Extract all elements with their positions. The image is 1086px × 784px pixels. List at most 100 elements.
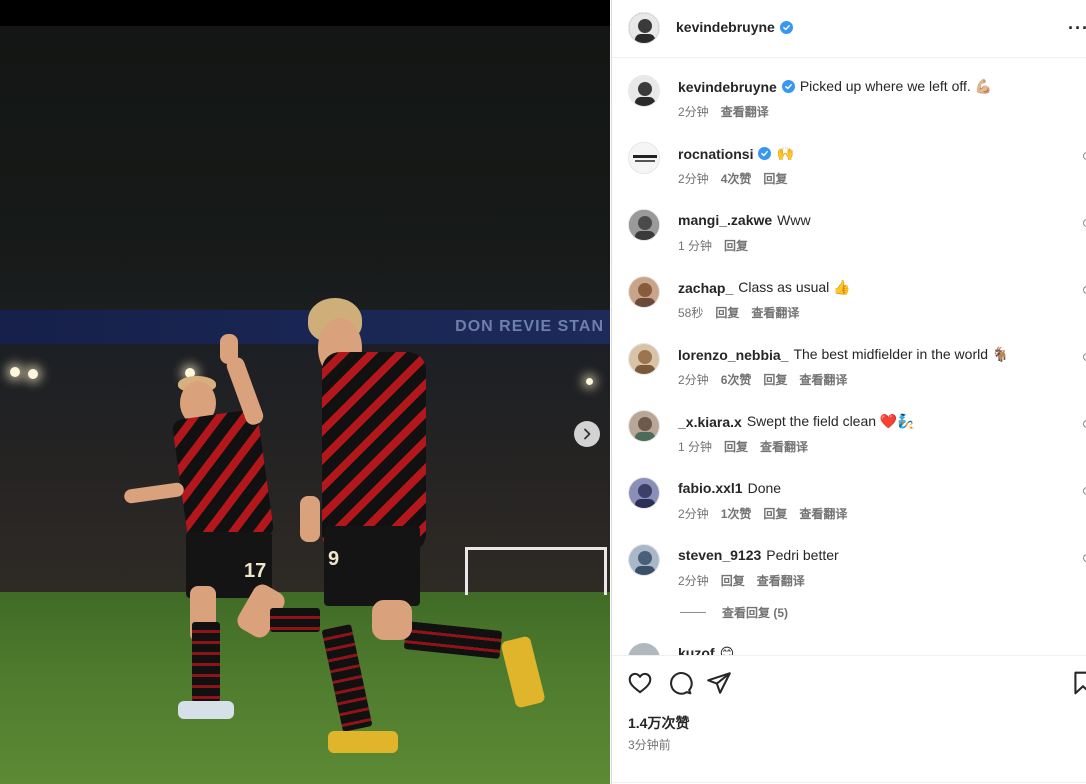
- author-avatar[interactable]: [628, 12, 660, 44]
- user-portrait-icon: [629, 344, 659, 374]
- user-portrait-icon: [629, 277, 659, 307]
- comment-username[interactable]: lorenzo_nebbia_: [678, 347, 788, 363]
- divider: [612, 782, 1086, 783]
- partial-comment-line: kuzof 😊: [678, 645, 734, 655]
- comment-item: _x.kiara.x Swept the field clean ❤️🧞 1 分…: [612, 396, 1086, 456]
- comment-meta: 2分钟 4次赞 回复: [678, 170, 787, 187]
- comment-reply-button[interactable]: 回复: [763, 170, 787, 187]
- comment-meta: 2分钟 1次赞 回复 查看翻译: [678, 505, 847, 522]
- comment-translate-button[interactable]: 查看翻译: [799, 371, 847, 388]
- comment-avatar[interactable]: [628, 343, 660, 375]
- post-header: kevindebruyne ···: [612, 0, 1086, 58]
- comment-text: The best midfielder in the world 🐐: [793, 346, 1010, 362]
- comment-time: 1 分钟: [678, 239, 713, 253]
- comment-reply-button[interactable]: 回复: [724, 237, 748, 254]
- comment-icon: [670, 672, 693, 695]
- caption-username[interactable]: kevindebruyne: [678, 79, 777, 95]
- caption: kevindebruyne Picked up where we left of…: [612, 61, 1086, 121]
- comment-text: 🙌: [776, 145, 794, 161]
- comment-translate-button[interactable]: 查看翻译: [757, 572, 805, 589]
- comment-time: 1 分钟: [678, 440, 713, 454]
- comment-line: lorenzo_nebbia_ The best midfielder in t…: [678, 346, 1009, 363]
- like-button[interactable]: [627, 670, 653, 696]
- comment-time: 2分钟: [678, 172, 709, 186]
- floodlight: [586, 378, 593, 385]
- heart-icon: [628, 672, 652, 694]
- comment-avatar[interactable]: [628, 142, 660, 174]
- next-photo-button[interactable]: [574, 421, 600, 447]
- comment-reply-button[interactable]: 回复: [721, 572, 745, 589]
- comment-time: 58秒: [678, 306, 704, 320]
- comment-line: _x.kiara.x Swept the field clean ❤️🧞: [678, 413, 915, 430]
- chevron-right-icon: [584, 428, 591, 440]
- comment-avatar[interactable]: [628, 544, 660, 576]
- post-media-photo[interactable]: DON REVIE STAN 17 9: [0, 26, 610, 784]
- roc-nation-logo-icon: [629, 143, 659, 173]
- comment-avatar[interactable]: [628, 276, 660, 308]
- comment-username[interactable]: zachap_: [678, 280, 733, 296]
- comment-line: zachap_ Class as usual 👍: [678, 279, 851, 296]
- likes-count[interactable]: 1.4万次赞: [628, 713, 689, 733]
- comment-reply-button[interactable]: 回复: [724, 438, 748, 455]
- comment-username[interactable]: mangi_.zakwe: [678, 212, 772, 228]
- comment-reply-button[interactable]: 回复: [715, 304, 739, 321]
- comment-reply-button[interactable]: 回复: [763, 371, 787, 388]
- verified-badge-icon: [758, 147, 772, 160]
- comment-username[interactable]: rocnationsi: [678, 146, 753, 162]
- comment-item: zachap_ Class as usual 👍 58秒 回复 查看翻译: [612, 262, 1086, 322]
- comment-reply-button[interactable]: 回复: [763, 505, 787, 522]
- comment-translate-button[interactable]: 查看翻译: [751, 304, 799, 321]
- user-portrait-icon: [629, 210, 659, 240]
- comment-username[interactable]: _x.kiara.x: [678, 414, 742, 430]
- comment-line: fabio.xxl1 Done: [678, 480, 781, 496]
- comment-text: Www: [777, 212, 811, 228]
- comment-username[interactable]: kuzof: [678, 645, 715, 655]
- comment-likes[interactable]: 1次赞: [721, 505, 752, 522]
- posted-time: 3分钟前: [628, 738, 671, 752]
- comment-item: mangi_.zakwe Www 1 分钟 回复: [612, 195, 1086, 255]
- comment-meta: 1 分钟 回复: [678, 237, 748, 254]
- comment-item: steven_9123 Pedri better 2分钟 回复 查看翻译: [612, 530, 1086, 590]
- comment-avatar[interactable]: [628, 410, 660, 442]
- caption-translate-button[interactable]: 查看翻译: [721, 103, 769, 120]
- replies-divider-line: [680, 612, 706, 613]
- comment-avatar[interactable]: [628, 209, 660, 241]
- floodlight: [28, 369, 38, 379]
- comment-item: fabio.xxl1 Done 2分钟 1次赞 回复 查看翻译: [612, 463, 1086, 523]
- comment-item: rocnationsi 🙌 2分钟 4次赞 回复: [612, 128, 1086, 188]
- verified-badge-icon: [781, 80, 795, 93]
- comment-line: steven_9123 Pedri better: [678, 547, 839, 563]
- comment-username[interactable]: fabio.xxl1: [678, 480, 743, 496]
- comment-button[interactable]: [667, 670, 693, 696]
- comment-time: 2分钟: [678, 574, 709, 588]
- caption-time: 2分钟: [678, 105, 709, 119]
- caption-text: Picked up where we left off. 💪🏼: [799, 78, 993, 94]
- comment-username[interactable]: steven_9123: [678, 547, 761, 563]
- comment-item: lorenzo_nebbia_ The best midfielder in t…: [612, 329, 1086, 389]
- comment-text: Done: [747, 480, 782, 496]
- share-button[interactable]: [706, 670, 732, 696]
- comment-avatar[interactable]: [628, 477, 660, 509]
- save-button[interactable]: [1070, 670, 1086, 696]
- comment-meta: 58秒 回复 查看翻译: [678, 304, 799, 321]
- comment-time: 2分钟: [678, 507, 709, 521]
- author-username[interactable]: kevindebruyne: [676, 19, 775, 35]
- comment-likes[interactable]: 6次赞: [721, 371, 752, 388]
- comment-line: rocnationsi 🙌: [678, 145, 794, 162]
- comment-translate-button[interactable]: 查看翻译: [760, 438, 808, 455]
- top-black-bar: [0, 0, 610, 26]
- comment-text: Pedri better: [766, 547, 839, 563]
- caption-line: kevindebruyne Picked up where we left of…: [678, 78, 992, 95]
- caption-avatar[interactable]: [628, 75, 660, 107]
- stadium-banner-text: DON REVIE STAN: [455, 318, 604, 335]
- view-replies-button[interactable]: 查看回复 (5): [680, 604, 788, 621]
- partial-comment: kuzof 😊: [612, 643, 1086, 655]
- comment-translate-button[interactable]: 查看翻译: [799, 505, 847, 522]
- verified-badge-icon: [779, 20, 793, 34]
- user-portrait-icon: [629, 478, 659, 508]
- comments-list[interactable]: kevindebruyne Picked up where we left of…: [612, 59, 1086, 655]
- more-options-icon[interactable]: ···: [1068, 18, 1086, 39]
- comment-likes[interactable]: 4次赞: [721, 170, 752, 187]
- comment-avatar[interactable]: [628, 643, 660, 655]
- post-side-panel: kevindebruyne ··· kevindebruyne P: [611, 0, 1086, 784]
